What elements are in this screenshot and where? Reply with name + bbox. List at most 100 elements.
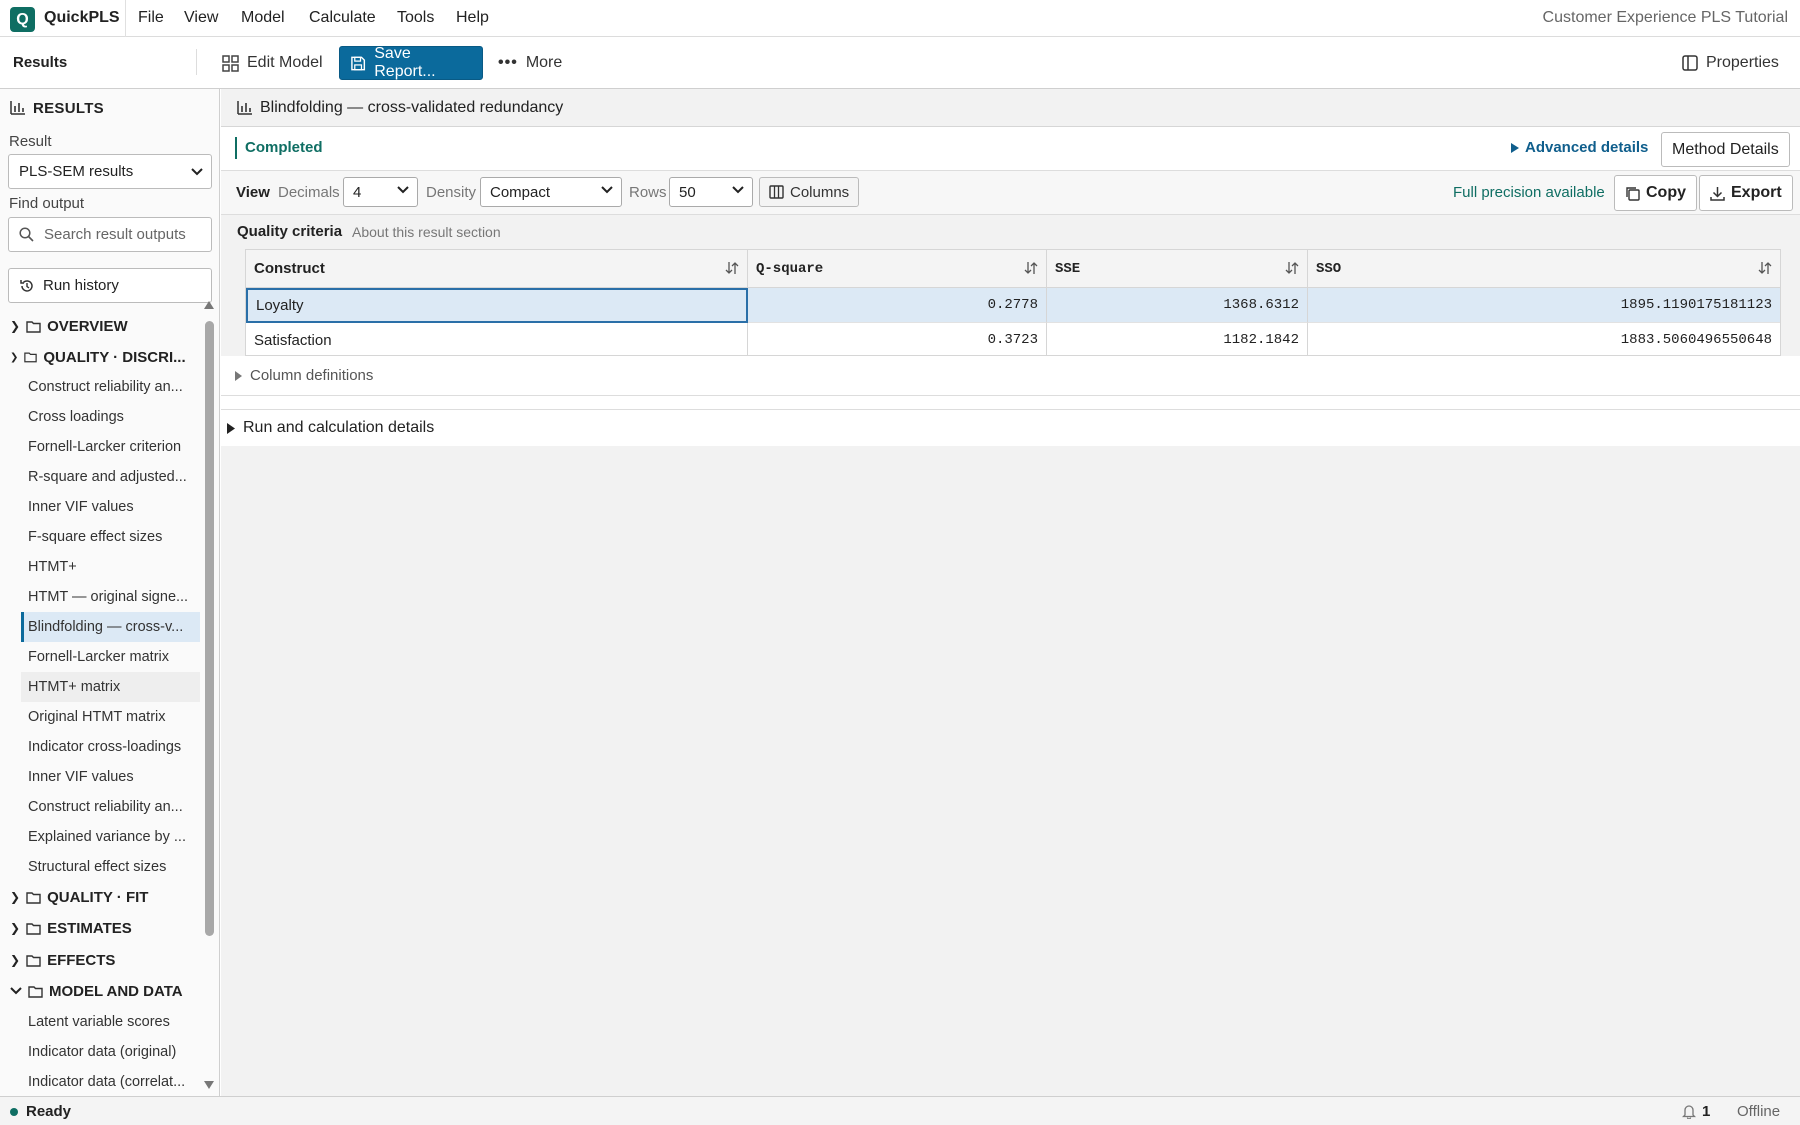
column-definitions-toggle[interactable]: Column definitions — [221, 356, 1800, 396]
run-history-button[interactable]: Run history — [8, 268, 212, 303]
properties-button[interactable]: Properties — [1672, 46, 1789, 80]
tree-item-r-square[interactable]: R-square and adjusted... — [21, 462, 200, 492]
tree-category-label: QUALITY · DISCRI... — [43, 348, 186, 366]
column-header-sso[interactable]: SSO — [1308, 250, 1780, 288]
tree-item-cross-loadings[interactable]: Cross loadings — [21, 402, 200, 432]
column-header-construct[interactable]: Construct — [246, 250, 748, 288]
edit-model-button[interactable]: Edit Model — [212, 46, 333, 80]
ellipsis-icon: ••• — [498, 54, 518, 71]
tree-item-construct-reliability[interactable]: Construct reliability an... — [21, 372, 200, 402]
table-cell-construct[interactable]: Loyalty — [246, 288, 748, 323]
tree-item-structural-effect-sizes[interactable]: Structural effect sizes — [21, 852, 200, 882]
tree-item-inner-vif-2[interactable]: Inner VIF values — [21, 762, 200, 792]
save-icon — [351, 56, 366, 70]
tree-category-effects[interactable]: ❯ EFFECTS — [10, 946, 202, 974]
scroll-down-icon[interactable] — [204, 1081, 214, 1089]
tree-item-blindfolding[interactable]: Blindfolding — cross-v... — [21, 612, 200, 642]
result-select[interactable]: PLS-SEM results — [8, 154, 212, 189]
menu-bar: Q QuickPLS File View Model Calculate Too… — [0, 0, 1800, 37]
tree-category-estimates[interactable]: ❯ ESTIMATES — [10, 914, 202, 942]
tree-item-htmt-original[interactable]: HTMT — original signe... — [21, 582, 200, 612]
toolbar-divider — [196, 49, 197, 75]
column-header-sse[interactable]: SSE — [1047, 250, 1308, 288]
column-definitions-label: Column definitions — [250, 367, 374, 384]
tree-category-quality-discriminant[interactable]: ❯ QUALITY · DISCRI... — [10, 343, 202, 371]
rows-label: Rows — [629, 184, 667, 201]
menu-tools[interactable]: Tools — [397, 9, 434, 27]
result-status-row: Completed Advanced details Method Detail… — [221, 127, 1800, 171]
tree-category-overview[interactable]: ❯ OVERVIEW — [10, 312, 202, 340]
menu-view[interactable]: View — [184, 9, 218, 27]
export-button[interactable]: Export — [1699, 175, 1793, 211]
notifications-button[interactable]: 1 — [1682, 1103, 1710, 1120]
table-cell-sso[interactable]: 1895.1190175181123 — [1308, 288, 1780, 323]
tree-item-f-square[interactable]: F-square effect sizes — [21, 522, 200, 552]
more-button[interactable]: ••• More — [488, 46, 572, 80]
chevron-right-icon: ❯ — [10, 921, 21, 935]
tree-item-htmt-plus[interactable]: HTMT+ — [21, 552, 200, 582]
section-title: Quality criteria — [237, 223, 343, 240]
table-cell-q-square[interactable]: 0.2778 — [748, 288, 1047, 323]
search-placeholder: Search result outputs — [44, 226, 186, 243]
column-header-q-square[interactable]: Q-square — [748, 250, 1047, 288]
table-cell-sse[interactable]: 1182.1842 — [1047, 323, 1308, 358]
chevron-right-icon: ❯ — [10, 890, 21, 904]
rows-value: 50 — [679, 183, 696, 201]
scrollbar-thumb[interactable] — [205, 321, 214, 936]
decimals-select[interactable]: 4 — [343, 177, 418, 207]
tree-category-label: MODEL AND DATA — [49, 982, 183, 1000]
table-cell-sse[interactable]: 1368.6312 — [1047, 288, 1308, 323]
sidebar-scrollbar[interactable] — [204, 301, 214, 936]
scroll-up-icon — [204, 301, 214, 309]
sort-icon[interactable] — [725, 261, 739, 275]
tree-item-htmt-plus-matrix[interactable]: HTMT+ matrix — [21, 672, 200, 702]
grid-icon — [222, 54, 239, 72]
tree-item-construct-reliability-2[interactable]: Construct reliability an... — [21, 792, 200, 822]
chevron-down-icon — [601, 186, 613, 194]
bell-icon — [1682, 1105, 1696, 1119]
save-report-button[interactable]: Save Report... — [339, 45, 483, 80]
sort-icon[interactable] — [1758, 261, 1772, 275]
tree-item-explained-variance[interactable]: Explained variance by ... — [21, 822, 200, 852]
columns-button[interactable]: Columns — [759, 177, 860, 207]
tree-item-fornell-larcker-matrix[interactable]: Fornell-Larcker matrix — [21, 642, 200, 672]
menu-calculate[interactable]: Calculate — [309, 9, 376, 27]
tree-item-indicator-data-correlation[interactable]: Indicator data (correlat... — [21, 1067, 200, 1097]
sort-icon[interactable] — [1285, 261, 1299, 275]
export-label: Export — [1731, 184, 1782, 201]
folder-icon — [26, 954, 41, 967]
run-details-toggle[interactable]: Run and calculation details — [221, 410, 1800, 446]
tree-item-inner-vif[interactable]: Inner VIF values — [21, 492, 200, 522]
tree-item-fornell-larcker[interactable]: Fornell-Larcker criterion — [21, 432, 200, 462]
tree-category-model-data[interactable]: MODEL AND DATA — [10, 977, 202, 1005]
menu-file[interactable]: File — [138, 9, 164, 27]
advanced-details-toggle[interactable]: Advanced details — [1511, 139, 1648, 156]
tree-item-original-htmt-matrix[interactable]: Original HTMT matrix — [21, 702, 200, 732]
columns-icon — [769, 185, 784, 199]
more-label: More — [525, 54, 563, 71]
menu-help[interactable]: Help — [456, 9, 489, 27]
table-cell-sso[interactable]: 1883.5060496550648 — [1308, 323, 1780, 358]
copy-button[interactable]: Copy — [1614, 175, 1697, 211]
document-title: Customer Experience PLS Tutorial — [1542, 9, 1788, 26]
table-cell-q-square[interactable]: 0.3723 — [748, 323, 1047, 358]
result-select-value: PLS-SEM results — [19, 163, 134, 180]
rows-select[interactable]: 50 — [669, 177, 753, 207]
column-header-label: SSO — [1316, 260, 1342, 277]
tree-item-latent-variable-scores[interactable]: Latent variable scores — [21, 1007, 200, 1037]
download-icon — [1710, 186, 1725, 201]
section-about-link[interactable]: About this result section — [352, 224, 501, 240]
tree-item-indicator-cross-loadings[interactable]: Indicator cross-loadings — [21, 732, 200, 762]
sidebar-header: RESULTS — [0, 89, 219, 127]
status-bar: Ready 1 Offline — [0, 1096, 1800, 1125]
search-input[interactable]: Search result outputs — [8, 217, 212, 252]
method-details-button[interactable]: Method Details — [1661, 132, 1790, 167]
tree-category-quality-fit[interactable]: ❯ QUALITY · FIT — [10, 883, 202, 911]
caret-right-icon — [235, 370, 242, 381]
sort-icon[interactable] — [1024, 261, 1038, 275]
tree-item-indicator-data-original[interactable]: Indicator data (original) — [21, 1037, 200, 1067]
menu-model[interactable]: Model — [241, 9, 285, 27]
column-header-label: Q-square — [756, 260, 824, 277]
table-cell-construct[interactable]: Satisfaction — [246, 323, 748, 358]
density-select[interactable]: Compact — [480, 177, 622, 207]
